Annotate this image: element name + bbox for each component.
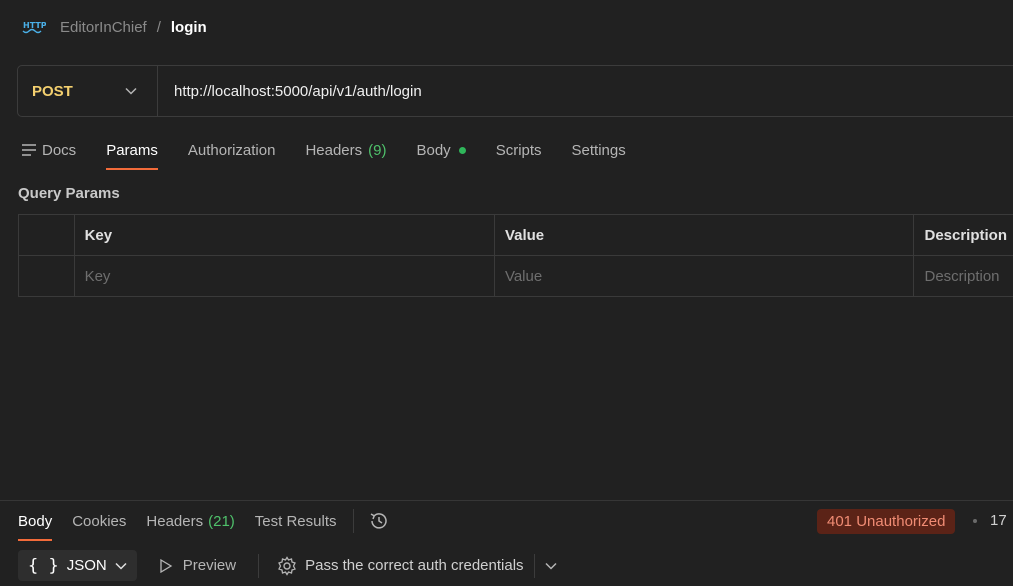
method-label: POST	[32, 82, 73, 100]
tab-body[interactable]: Body	[401, 130, 480, 170]
tab-label: Params	[106, 141, 158, 159]
tab-label: Headers	[146, 512, 204, 530]
more-options-button[interactable]	[545, 562, 557, 570]
query-params-title: Query Params	[18, 185, 120, 202]
tab-label: Settings	[571, 141, 626, 159]
key-input[interactable]: Key	[73, 255, 495, 297]
divider	[258, 553, 260, 578]
preview-label: Preview	[182, 557, 237, 574]
docs-icon	[22, 144, 36, 156]
description-column-header: Description	[913, 214, 1013, 256]
response-tab-headers[interactable]: Headers (21)	[136, 501, 244, 541]
headers-count: (9)	[368, 141, 387, 159]
request-tabs: Docs Params Authorization Headers (9) Bo…	[18, 130, 641, 170]
checkbox-column-header	[18, 214, 75, 256]
divider	[352, 509, 354, 533]
assertion-label: Pass the correct auth credentials	[305, 557, 524, 574]
tab-label: Cookies	[72, 512, 127, 530]
tab-authorization[interactable]: Authorization	[173, 130, 291, 170]
tab-label: Docs	[42, 141, 77, 159]
preview-button[interactable]: Preview	[159, 557, 236, 574]
response-tabs: Body Cookies Headers (21) Test Results	[18, 501, 398, 541]
tab-label: Test Results	[254, 512, 337, 530]
url-input[interactable]	[158, 66, 1013, 116]
status-separator-dot	[973, 519, 977, 523]
breadcrumb-collection[interactable]: EditorInChief	[60, 19, 147, 36]
json-braces-icon: { }	[28, 555, 59, 576]
tab-headers[interactable]: Headers (9)	[290, 130, 401, 170]
tab-label: Headers	[305, 141, 363, 159]
gear-icon	[278, 555, 297, 576]
tab-label: Scripts	[495, 141, 542, 159]
tab-label: Body	[416, 141, 451, 159]
format-select[interactable]: { } JSON	[18, 550, 137, 581]
tab-params[interactable]: Params	[91, 130, 173, 170]
method-select[interactable]: POST	[18, 66, 158, 116]
status-badge[interactable]: 401 Unauthorized	[817, 509, 956, 534]
svg-text:HTTP: HTTP	[23, 21, 46, 30]
tab-docs[interactable]: Docs	[18, 130, 91, 170]
url-bar: POST	[17, 65, 1013, 117]
play-icon	[160, 558, 172, 573]
response-tab-cookies[interactable]: Cookies	[62, 501, 136, 541]
response-headers-count: (21)	[208, 512, 235, 530]
table-header-row: Key Value Description	[18, 214, 1013, 256]
tab-label: Authorization	[187, 141, 276, 159]
key-column-header: Key	[73, 214, 495, 256]
body-indicator-dot	[458, 146, 466, 154]
app-window: HTTP EditorInChief / login POST Docs Par…	[0, 0, 1013, 586]
response-toolbar: { } JSON Preview Pass the correct auth c…	[18, 550, 557, 581]
chevron-down-icon	[115, 562, 127, 570]
value-column-header: Value	[493, 214, 915, 256]
auth-assertion-button[interactable]: Pass the correct auth credentials	[277, 555, 524, 576]
breadcrumb-separator: /	[156, 18, 161, 36]
table-row: Key Value Description	[18, 255, 1013, 297]
tab-label: Body	[18, 512, 53, 530]
http-icon: HTTP	[22, 21, 46, 34]
chevron-down-icon	[545, 562, 557, 570]
response-tab-test-results[interactable]: Test Results	[245, 501, 347, 541]
request-name[interactable]: login	[171, 19, 207, 36]
params-table: Key Value Description Key Value Descript…	[18, 214, 1013, 297]
response-tab-body[interactable]: Body	[18, 501, 62, 541]
description-input[interactable]: Description	[913, 255, 1013, 297]
tab-settings[interactable]: Settings	[557, 130, 641, 170]
history-button[interactable]	[360, 501, 398, 541]
tab-scripts[interactable]: Scripts	[481, 130, 557, 170]
response-time[interactable]: 17	[990, 512, 1007, 529]
chevron-down-icon	[125, 87, 137, 95]
history-icon	[370, 513, 387, 529]
row-checkbox-cell[interactable]	[18, 255, 75, 297]
value-input[interactable]: Value	[493, 255, 915, 297]
breadcrumb: HTTP EditorInChief / login	[22, 14, 207, 40]
format-label: JSON	[66, 557, 107, 574]
divider	[533, 553, 535, 578]
